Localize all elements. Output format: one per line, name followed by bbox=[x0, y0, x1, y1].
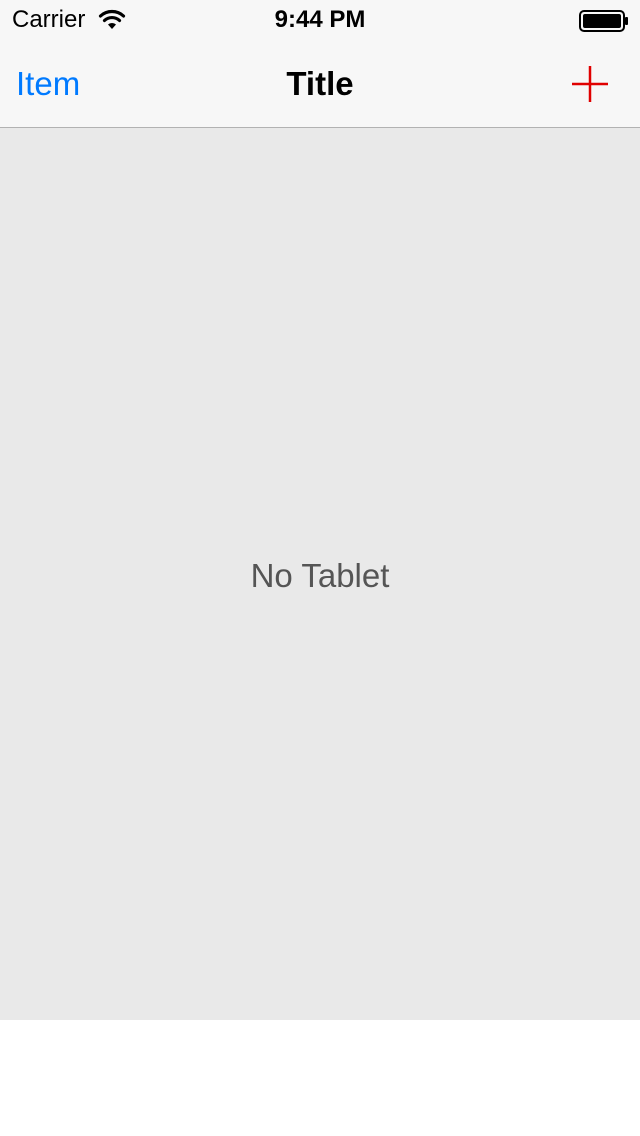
content-area: No Tablet bbox=[0, 128, 640, 1020]
app-screen: Carrier 9:44 PM Item Title No Tablet bbox=[0, 0, 640, 1136]
status-bar: Carrier 9:44 PM bbox=[0, 0, 640, 40]
add-button[interactable] bbox=[566, 60, 614, 108]
bottom-area bbox=[0, 1020, 640, 1136]
item-button[interactable]: Item bbox=[16, 64, 80, 104]
nav-title-container: Title bbox=[0, 64, 640, 104]
plus-icon bbox=[572, 66, 608, 102]
clock-label: 9:44 PM bbox=[274, 6, 366, 33]
page-title: Title bbox=[286, 65, 354, 102]
navigation-bar: Item Title bbox=[0, 40, 640, 128]
empty-state-message: No Tablet bbox=[250, 557, 390, 594]
header: Carrier 9:44 PM Item Title bbox=[0, 0, 640, 128]
battery-icon bbox=[579, 10, 629, 32]
